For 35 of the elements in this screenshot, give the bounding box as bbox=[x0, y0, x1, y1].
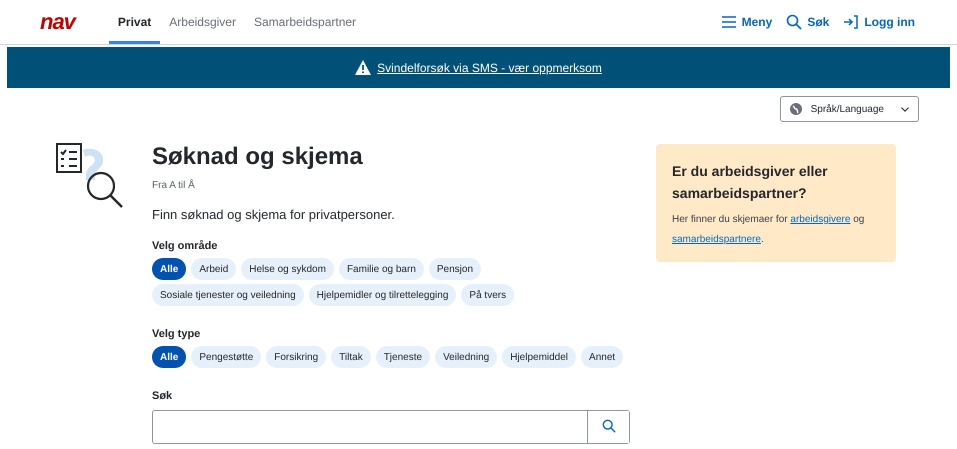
filter-chip[interactable]: Tiltak bbox=[331, 346, 371, 368]
filter-label: Velg område bbox=[152, 240, 218, 252]
filter-chip[interactable]: Familie og barn bbox=[338, 258, 424, 280]
language-button[interactable]: Språk/Language bbox=[780, 96, 919, 122]
filter-chip[interactable]: Forsikring bbox=[266, 346, 326, 368]
employer-link[interactable]: arbeidsgivere bbox=[790, 214, 850, 225]
nav-tab[interactable]: Samarbeidspartner bbox=[244, 0, 366, 44]
search-label: Søk bbox=[152, 390, 174, 402]
nav-tab[interactable]: Arbeidsgiver bbox=[160, 0, 245, 44]
partner-link[interactable]: samarbeidspartnere bbox=[672, 234, 761, 245]
alert-link[interactable]: Svindelforsøk via SMS - vær oppmerksom bbox=[377, 60, 602, 74]
filter-chip[interactable]: Veiledning bbox=[435, 346, 498, 368]
intro-text: Finn søknad og skjema for privatpersoner. bbox=[152, 207, 396, 222]
logo[interactable]: nav bbox=[40, 9, 75, 35]
filter-chip[interactable]: Alle bbox=[152, 258, 186, 280]
filter-chip[interactable]: Tjeneste bbox=[376, 346, 430, 368]
filter-chip[interactable]: Hjelpemiddel bbox=[502, 346, 576, 368]
nav-tab[interactable]: Privat bbox=[108, 0, 160, 44]
filter-chip[interactable]: Alle bbox=[152, 346, 186, 368]
filter-chip[interactable]: På tvers bbox=[461, 284, 514, 306]
filter-chip[interactable]: Arbeid bbox=[191, 258, 236, 280]
menu-button[interactable]: Meny bbox=[720, 14, 772, 30]
search-button[interactable]: Søk bbox=[786, 14, 830, 30]
filter-chip[interactable]: Pensjon bbox=[428, 258, 482, 280]
page-subtitle: Fra A til Å bbox=[152, 180, 196, 191]
card-text: Her finner du skjemaer for arbeidsgivere og samarbeidspartnere. bbox=[672, 213, 866, 247]
filter-label: Velg type bbox=[152, 328, 202, 340]
page-title: Søknad og skjema bbox=[152, 142, 364, 172]
filter-chip[interactable]: Pengestøtte bbox=[191, 346, 262, 368]
filter-chip[interactable]: Hjelpemidler og tilrettelegging bbox=[308, 284, 456, 306]
filter-chip[interactable]: Sosiale tjenester og veiledning bbox=[152, 284, 304, 306]
filter-chip[interactable]: Helse og sykdom bbox=[241, 258, 334, 280]
card-title: Er du arbeidsgiver eller samarbeidspartner? bbox=[672, 162, 829, 203]
filter-chip[interactable]: Annet bbox=[581, 346, 624, 368]
login-button[interactable]: Logg inn bbox=[843, 14, 915, 30]
